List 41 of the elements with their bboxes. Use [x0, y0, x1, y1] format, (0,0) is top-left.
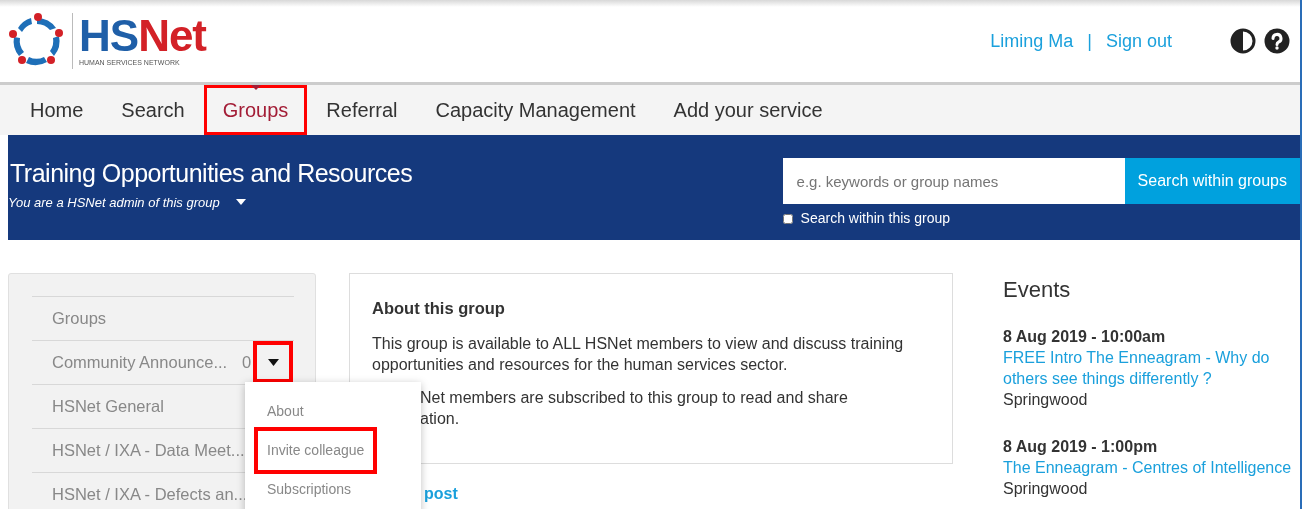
event-location: Springwood — [1003, 479, 1089, 499]
sidebar-heading: Groups — [32, 296, 294, 340]
event-link[interactable]: FREE Intro The Enneagram - Why do others see things differently ? — [1003, 347, 1298, 389]
checkbox[interactable] — [782, 213, 793, 224]
nav-tab[interactable]: Search — [102, 85, 204, 135]
user-link[interactable]: Liming Ma — [990, 27, 1074, 55]
sign-out-link[interactable]: Sign out — [1105, 27, 1172, 55]
group-title: Training Opportunities and Resources — [10, 158, 413, 189]
caret-icon — [267, 358, 279, 366]
logo-wordmark: HSNet — [79, 13, 207, 58]
menu-item[interactable]: About — [258, 392, 313, 431]
caret-icon[interactable] — [235, 199, 246, 206]
search-field[interactable]: e.g. keywords or group names — [782, 158, 1125, 204]
card-title: About this group — [372, 298, 506, 319]
sidebar-item[interactable]: HSNet General — [52, 394, 164, 419]
item-count: 0 — [242, 352, 252, 374]
sidebar-item[interactable]: HSNet / IXA - Defects an... — [52, 482, 248, 507]
checkbox-label: Search within this group — [800, 209, 950, 228]
event-date: 8 Aug 2019 - 1:00pm — [1003, 437, 1159, 457]
sidebar-item[interactable]: Community Announce... — [52, 350, 228, 375]
post-link[interactable]: post — [424, 482, 458, 506]
event-link[interactable]: The Enneagram - Centres of Intelligence — [1003, 457, 1298, 478]
description-text: Net members are subscribed to this group to read and share — [420, 387, 849, 408]
nav-tab[interactable]: Home — [11, 85, 103, 135]
event-date: 8 Aug 2019 - 10:00am — [1003, 327, 1167, 347]
event-location: Springwood — [1003, 390, 1089, 410]
menu-item[interactable]: Subscriptions — [258, 470, 361, 509]
nav-tab[interactable]: Groups — [203, 85, 308, 135]
menu-toggle[interactable] — [253, 341, 293, 383]
description-text: This group is available to ALL HSNet members to view and discuss training opportunities and resources for the human services sector. — [372, 333, 905, 375]
description-text: ation. — [420, 408, 461, 429]
nav-tab[interactable]: Capacity Management — [416, 85, 655, 135]
section-heading: Events — [1003, 276, 1072, 304]
admin-status: You are a HSNet admin of this group — [8, 193, 220, 212]
sidebar-item[interactable]: HSNet / IXA - Data Meet... — [52, 438, 245, 463]
nav-tab[interactable]: Referral — [307, 85, 417, 135]
nav-tab[interactable]: Add your service — [654, 85, 842, 135]
contrast-icon[interactable] — [1230, 28, 1256, 54]
help-icon[interactable] — [1264, 28, 1290, 54]
separator: | — [1087, 29, 1092, 53]
search-button[interactable]: Search within groups — [1124, 158, 1300, 204]
